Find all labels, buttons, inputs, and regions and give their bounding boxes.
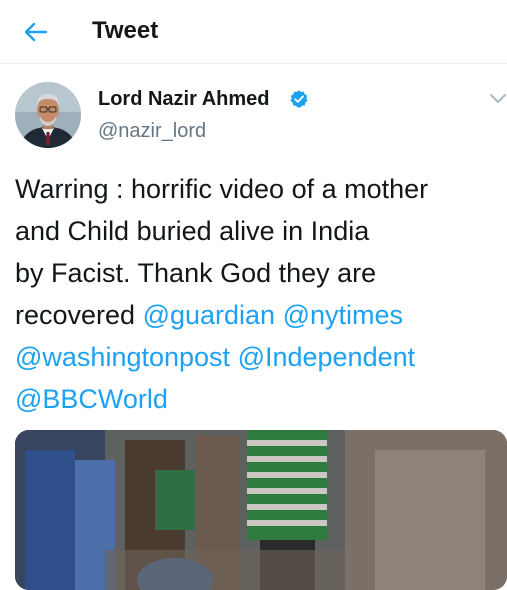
chevron-down-icon[interactable] xyxy=(489,92,507,106)
tweet-text: Warring : horrific video of a mother and… xyxy=(15,168,507,420)
page-title: Tweet xyxy=(92,17,159,44)
tweet-text-line: @BBCWorld xyxy=(15,378,507,420)
tweet-text-line: Warring : horrific video of a mother xyxy=(15,174,429,204)
mention-link[interactable]: @BBCWorld xyxy=(15,384,168,414)
tweet-text-line: by Facist. Thank God they are xyxy=(15,258,377,288)
mention-link[interactable]: @Independent xyxy=(238,342,416,372)
avatar[interactable] xyxy=(15,82,81,148)
mention-link[interactable]: @nytimes xyxy=(283,300,403,330)
tweet-media-video[interactable] xyxy=(15,430,507,590)
top-bar: Tweet xyxy=(0,0,507,64)
tweet-text-line: and Child buried alive in India xyxy=(15,216,370,246)
arrow-left-icon xyxy=(24,22,48,42)
verified-badge-icon xyxy=(290,90,308,108)
mention-link[interactable]: @washingtonpost xyxy=(15,342,230,372)
back-button[interactable] xyxy=(16,14,56,50)
author-name[interactable]: Lord Nazir Ahmed xyxy=(98,88,270,111)
author-handle[interactable]: @nazir_lord xyxy=(98,120,206,143)
tweet-text-line: recovered @guardian @nytimes xyxy=(15,294,507,336)
tweet-text-line: @washingtonpost @Independent xyxy=(15,336,507,378)
mention-link[interactable]: @guardian xyxy=(143,300,276,330)
tweet-text-fragment: recovered xyxy=(15,300,143,330)
